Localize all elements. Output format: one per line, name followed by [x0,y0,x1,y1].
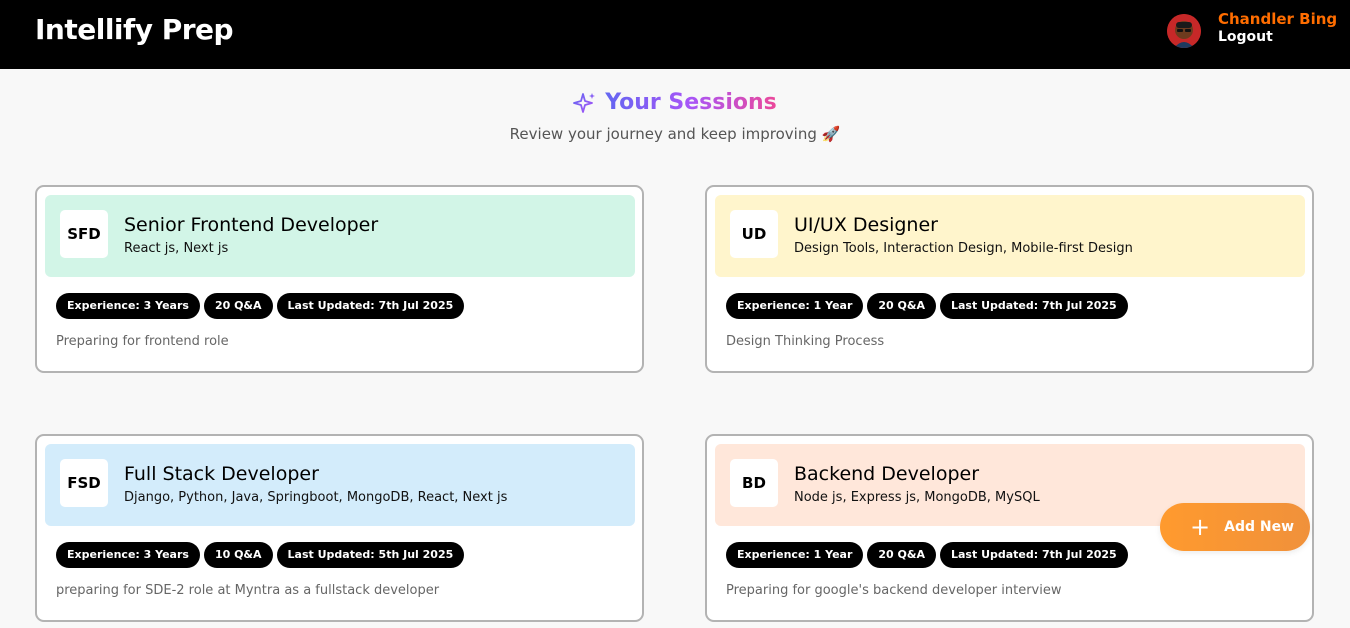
role-initials: FSD [60,459,108,507]
role-title: UI/UX Designer [794,214,938,236]
qa-count-tag: 20 Q&A [867,293,936,319]
role-initials: UD [730,210,778,258]
add-new-button[interactable]: + Add New [1160,503,1310,551]
session-description: Design Thinking Process [726,334,885,349]
role-title: Senior Frontend Developer [124,214,379,236]
add-new-label: Add New [1224,519,1295,535]
top-navbar: Intellify Prep Chandler Bing Logout [0,0,1350,69]
avatar-icon [1167,14,1201,48]
role-initials: BD [730,459,778,507]
experience-tag: Experience: 1 Year [726,542,864,568]
experience-tag: Experience: 3 Years [56,293,200,319]
experience-tag: Experience: 1 Year [726,293,864,319]
topics-text: React js, Next js [124,241,229,256]
tag-row: Experience: 3 Years 10 Q&A Last Updated:… [56,542,465,568]
sparkles-icon [573,92,596,113]
last-updated-tag: Last Updated: 5th Jul 2025 [276,542,465,568]
session-card[interactable]: UD UI/UX Designer Design Tools, Interact… [705,185,1314,373]
topics-text: Design Tools, Interaction Design, Mobile… [794,241,1133,256]
user-name: Chandler Bing [1218,10,1338,28]
tag-row: Experience: 1 Year 20 Q&A Last Updated: … [726,542,1128,568]
last-updated-tag: Last Updated: 7th Jul 2025 [940,293,1128,319]
session-description: Preparing for frontend role [56,334,229,349]
page-subtitle: Review your journey and keep improving 🚀 [509,125,841,143]
card-header: UD UI/UX Designer Design Tools, Interact… [715,195,1305,277]
qa-count-tag: 20 Q&A [867,542,936,568]
role-title: Backend Developer [794,463,979,485]
qa-count-tag: 10 Q&A [203,542,273,568]
sessions-heading: Your Sessions [0,90,1350,118]
last-updated-tag: Last Updated: 7th Jul 2025 [940,542,1128,568]
brand-logo[interactable]: Intellify Prep [35,13,234,46]
tag-row: Experience: 1 Year 20 Q&A Last Updated: … [726,293,1128,319]
tag-row: Experience: 3 Years 20 Q&A Last Updated:… [56,293,465,319]
qa-count-tag: 20 Q&A [203,293,273,319]
last-updated-tag: Last Updated: 7th Jul 2025 [276,293,465,319]
topics-text: Node js, Express js, MongoDB, MySQL [794,490,1040,505]
experience-tag: Experience: 3 Years [56,542,200,568]
session-card[interactable]: FSD Full Stack Developer Django, Python,… [35,434,644,622]
card-header: SFD Senior Frontend Developer React js, … [45,195,635,277]
user-avatar[interactable] [1167,14,1201,48]
role-title: Full Stack Developer [124,463,319,485]
logout-link[interactable]: Logout [1218,29,1273,45]
page-title: Your Sessions [605,90,777,115]
card-header: FSD Full Stack Developer Django, Python,… [45,444,635,526]
session-description: Preparing for google's backend developer… [726,583,1062,598]
plus-icon: + [1190,513,1211,541]
session-card[interactable]: SFD Senior Frontend Developer React js, … [35,185,644,373]
session-description: preparing for SDE-2 role at Myntra as a … [56,583,440,598]
role-initials: SFD [60,210,108,258]
topics-text: Django, Python, Java, Springboot, MongoD… [124,490,508,505]
